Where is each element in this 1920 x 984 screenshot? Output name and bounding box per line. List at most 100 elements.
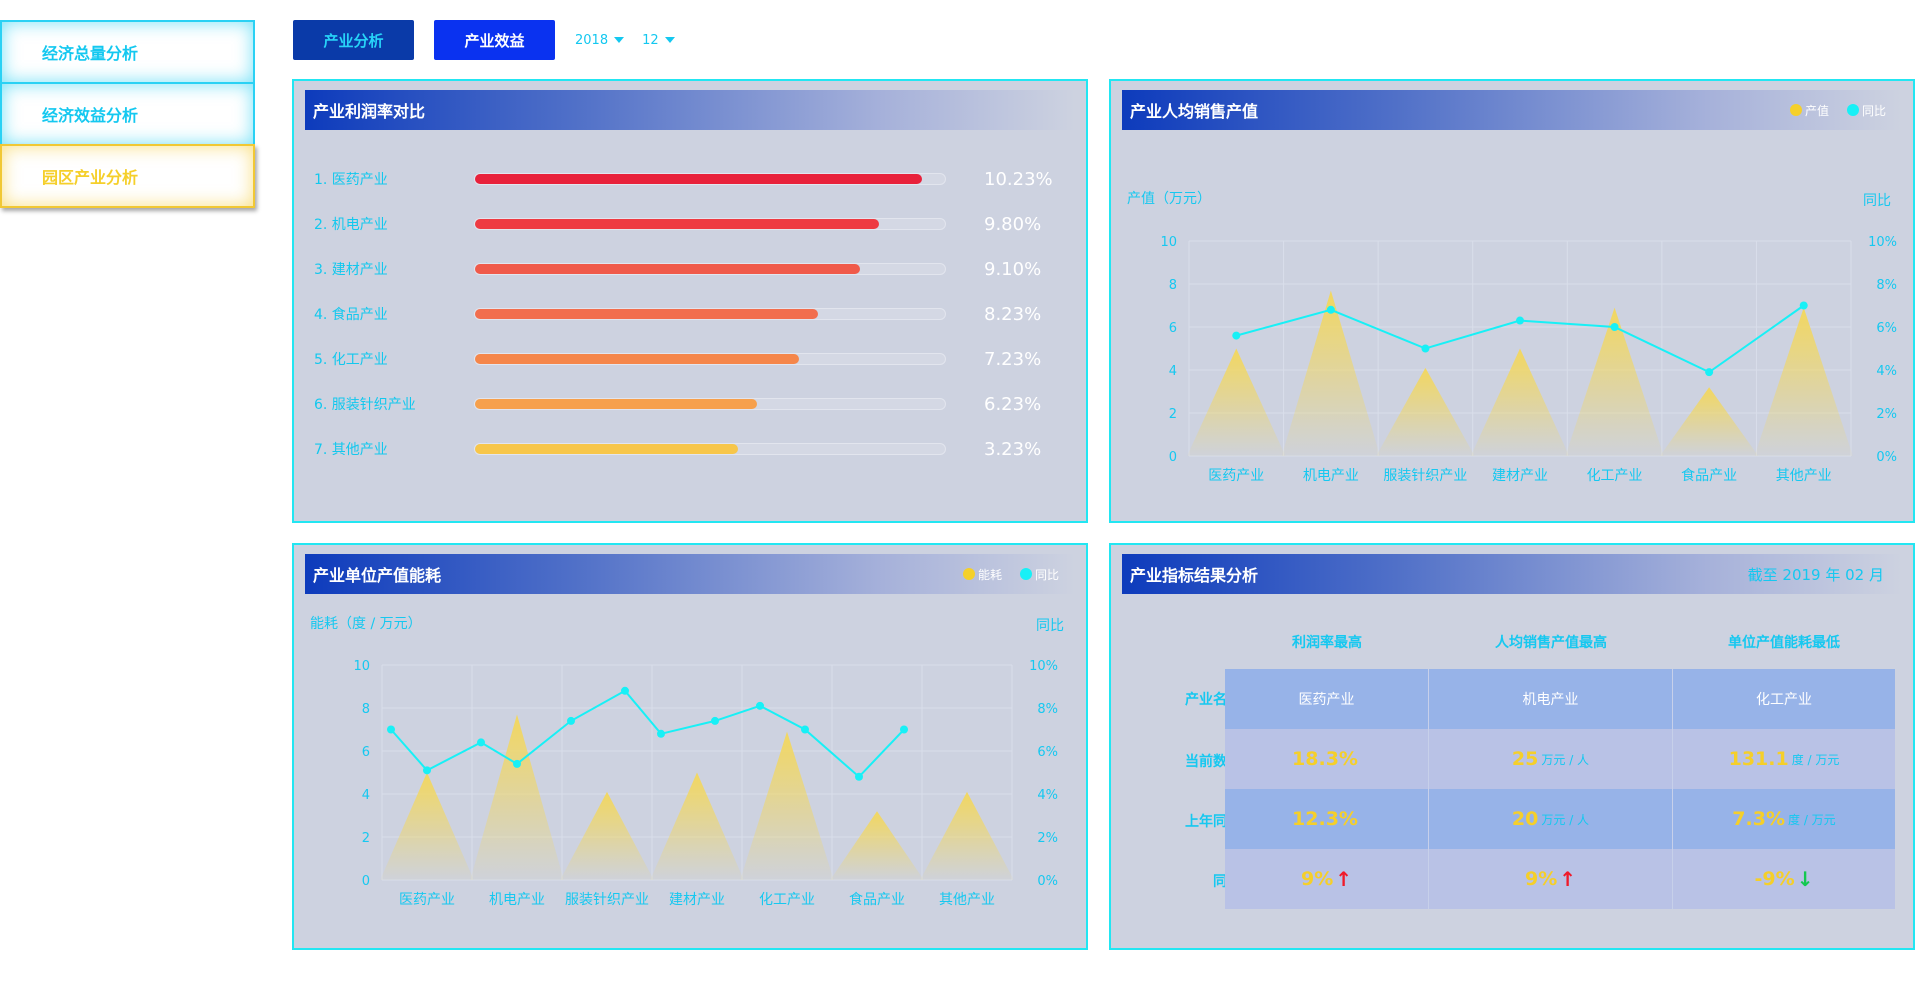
y-tick-label: 6	[1169, 321, 1177, 336]
bar-fill	[475, 309, 819, 319]
profit-bar-row: 1. 医药产业 10.23%	[314, 169, 1053, 190]
y2-tick-label: 4%	[1876, 364, 1897, 379]
result-panel: 产业指标结果分析 截至 2019 年 02 月 利润率最高 人均销售产值最高 单…	[1109, 543, 1915, 950]
y2-tick-label: 6%	[1876, 321, 1897, 336]
line-point	[711, 716, 719, 725]
tab-industry-benefit[interactable]: 产业效益	[434, 20, 555, 60]
bar-value: 10.23%	[984, 168, 1053, 190]
bar	[1187, 348, 1286, 456]
y-tick-label: 4	[1169, 364, 1177, 379]
panel-title: 产业指标结果分析	[1130, 566, 1259, 585]
bar	[830, 811, 924, 880]
sidebar-item-economic-total[interactable]: 经济总量分析	[0, 20, 255, 84]
y-tick-label: 2	[1169, 407, 1177, 422]
bar	[1376, 367, 1475, 456]
sidebar-item-economic-benefit[interactable]: 经济效益分析	[0, 82, 255, 146]
y2-tick-label: 0%	[1876, 450, 1897, 465]
cell-name: 机电产业	[1429, 669, 1673, 729]
value: 18.3%	[1292, 748, 1358, 770]
panel-title: 产业利润率对比	[313, 102, 426, 121]
cell-name: 医药产业	[1225, 669, 1429, 729]
y2-tick-label: 4%	[1037, 788, 1058, 803]
y-tick-label: 10	[1160, 235, 1177, 250]
cell-yoy: -9% ↓	[1673, 849, 1895, 909]
x-tick-label: 建材产业	[669, 892, 725, 908]
bar	[1470, 348, 1570, 456]
bar-value: 3.23%	[984, 438, 1042, 460]
line-point	[477, 738, 485, 747]
tab-industry-analysis[interactable]: 产业分析	[293, 20, 414, 60]
bar-fill	[475, 219, 880, 229]
bar-fill	[475, 174, 922, 184]
bar-fill	[475, 354, 800, 364]
sales-chart: 产值（万元） 同比 0 0% 2 2% 4 4% 6 6% 8 8% 10 10% 医药产业 机电产业 服装针织…	[1127, 191, 1897, 484]
panel-header: 产业利润率对比	[305, 90, 1075, 130]
value: 9%	[1524, 868, 1558, 890]
bar	[740, 731, 834, 880]
bar-label: 4. 食品产业	[314, 307, 388, 323]
value: 12.3%	[1292, 808, 1358, 830]
value: 131.1	[1728, 748, 1789, 770]
y-tick-label: 10	[353, 659, 370, 674]
y-tick-label: 0	[1169, 450, 1177, 465]
bar-fill	[475, 444, 739, 454]
line-point	[900, 725, 908, 734]
bar-label: 7. 其他产业	[314, 442, 388, 458]
line-point	[1799, 301, 1808, 310]
line-point	[1326, 305, 1335, 314]
line-point	[1232, 331, 1241, 340]
arrow-down-icon: ↓	[1796, 867, 1814, 891]
bar-track	[474, 353, 946, 365]
bar	[650, 772, 744, 880]
bar	[920, 791, 1014, 880]
x-tick-label: 医药产业	[399, 892, 455, 908]
x-tick-label: 其他产业	[1776, 468, 1832, 484]
year-select[interactable]: 2018	[575, 32, 625, 48]
line-point	[387, 725, 395, 734]
y2-tick-label: 8%	[1037, 702, 1058, 717]
unit: 度 / 万元	[1788, 812, 1836, 827]
profit-bar-row: 5. 化工产业 7.23%	[314, 349, 1041, 370]
bar-track	[474, 173, 946, 185]
energy-panel: 产业单位产值能耗 能耗 同比 能耗（度 / 万元） 同比 0 0% 2 2% 4 4% 6 6% 8…	[292, 543, 1088, 950]
bar-track	[474, 263, 946, 275]
line-point	[657, 729, 665, 738]
bar-label: 2. 机电产业	[314, 217, 388, 233]
y-tick-label: 0	[362, 874, 370, 889]
bar-fill	[475, 399, 757, 409]
value: 25	[1511, 748, 1539, 770]
profit-bar-row: 4. 食品产业 8.23%	[314, 304, 1041, 325]
line-point	[1610, 323, 1619, 331]
line-point	[1705, 368, 1714, 377]
y2-tick-label: 10%	[1029, 659, 1058, 674]
cell-current: 131.1 度 / 万元	[1673, 729, 1895, 789]
sidebar-item-park-industry[interactable]: 园区产业分析	[0, 144, 255, 208]
y2-axis-label: 同比	[1036, 618, 1064, 634]
y-tick-label: 6	[362, 745, 370, 760]
line-point	[756, 701, 764, 710]
month-select[interactable]: 12	[642, 33, 675, 48]
y2-tick-label: 2%	[1876, 407, 1897, 422]
line-point	[801, 725, 809, 734]
profit-panel: 产业利润率对比 1. 医药产业 10.23% 2. 机电产业 9.80% 3. 建材产业…	[292, 79, 1088, 523]
profit-bar-row: 6. 服装针织产业 6.23%	[314, 394, 1041, 415]
value: 7.3%	[1732, 808, 1785, 830]
bar-value: 9.80%	[984, 213, 1042, 235]
arrow-up-icon: ↑	[1335, 867, 1353, 891]
sales-panel: 产业人均销售产值 产值 同比 产值（万元） 同比 0 0% 2 2% 4 4% 6 6% 8 8% 10…	[1109, 79, 1915, 523]
unit: 万元 / 人	[1541, 812, 1590, 827]
x-tick-label: 服装针织产业	[1383, 468, 1467, 484]
bar	[380, 772, 474, 880]
chevron-down-icon	[664, 37, 675, 43]
line-point	[513, 759, 521, 768]
bar	[560, 791, 654, 880]
line-series	[390, 689, 905, 779]
col-head-profit: 利润率最高	[1292, 635, 1362, 651]
line-point	[1421, 344, 1430, 353]
x-tick-label: 建材产业	[1492, 468, 1548, 484]
bar-label: 3. 建材产业	[314, 262, 388, 278]
year-value: 2018	[575, 32, 609, 48]
value: -9%	[1754, 868, 1795, 890]
x-tick-label: 机电产业	[489, 892, 545, 908]
unit: 万元 / 人	[1541, 752, 1590, 767]
